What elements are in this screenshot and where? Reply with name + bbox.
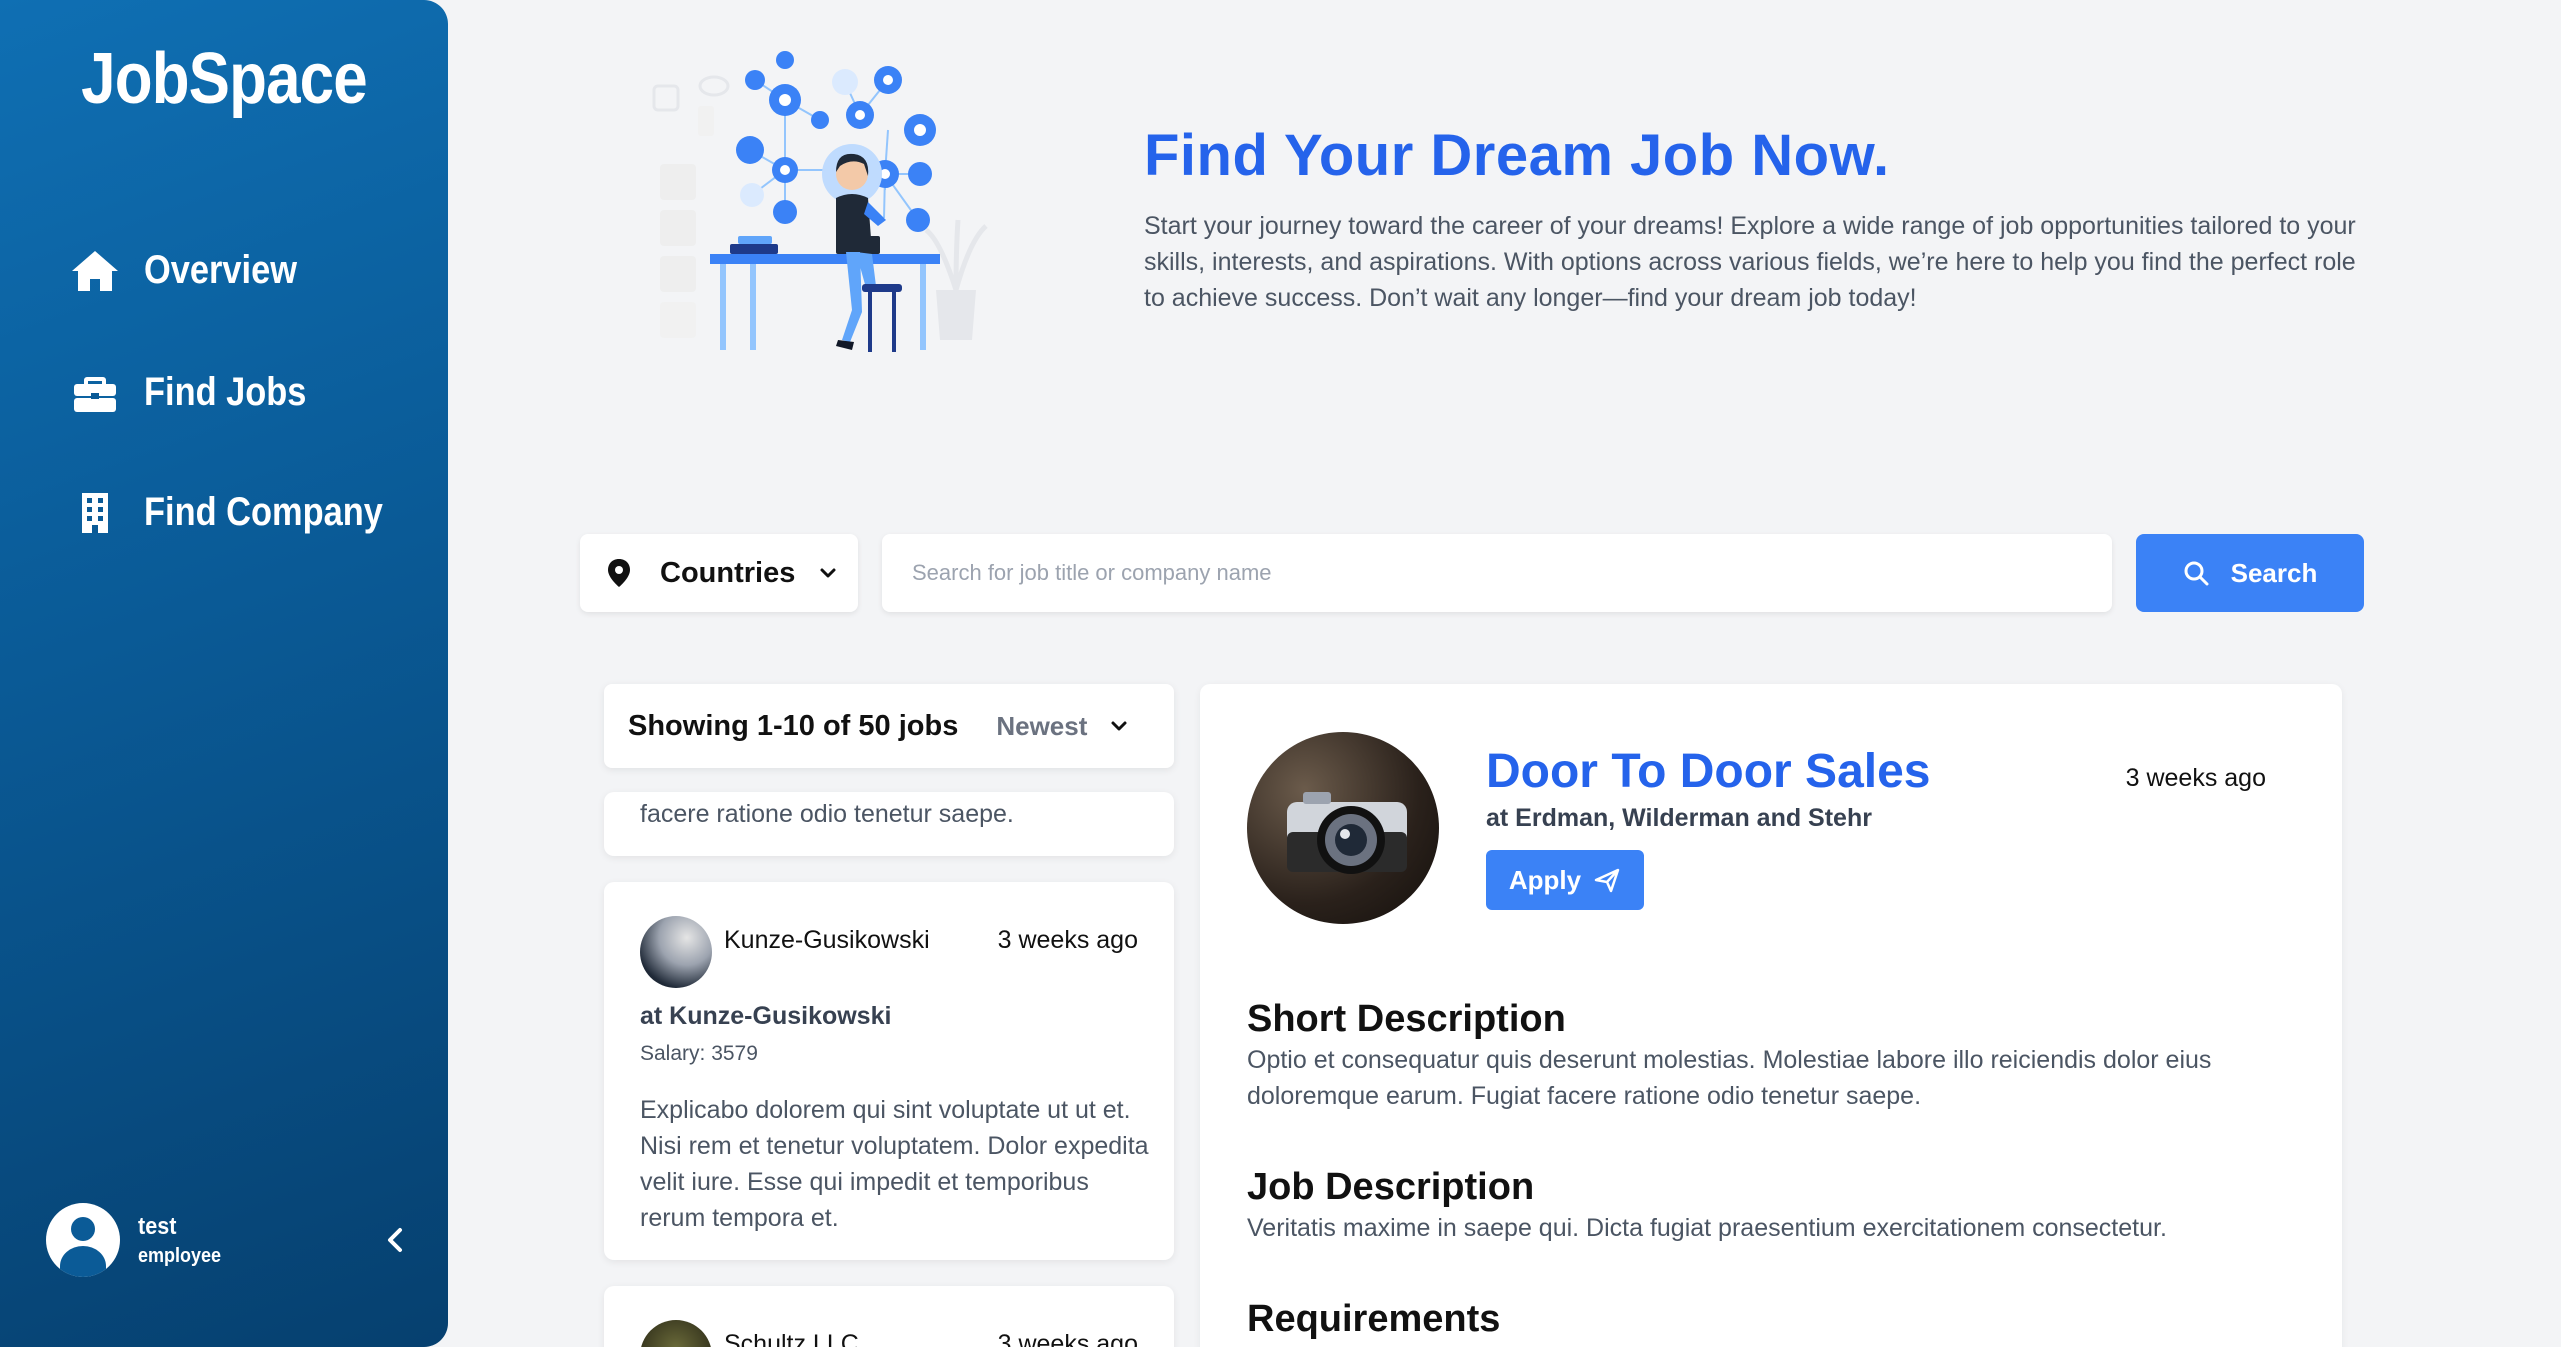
sidebar-item-overview[interactable]: Overview	[70, 248, 322, 293]
job-description-text: Veritatis maxime in saepe qui. Dicta fug…	[1247, 1214, 2167, 1242]
country-select-label: Countries	[660, 556, 796, 589]
company-logo	[1247, 732, 1439, 924]
avatar-icon	[46, 1203, 120, 1277]
sidebar-item-label: Overview	[144, 248, 297, 292]
job-list-header: Showing 1-10 of 50 jobs Newest	[604, 684, 1174, 768]
job-card[interactable]: Kunze-Gusikowski 3 weeks ago at Kunze-Gu…	[604, 882, 1174, 1260]
results-count: Showing 1-10 of 50 jobs	[628, 709, 959, 742]
job-card[interactable]: Schultz LLC 3 weeks ago	[604, 1286, 1174, 1347]
short-description-heading: Short Description	[1247, 998, 1566, 1040]
job-posted-time: 3 weeks ago	[2125, 764, 2266, 792]
job-card-time: 3 weeks ago	[997, 926, 1138, 954]
user-name: test	[138, 1212, 177, 1240]
home-icon	[72, 250, 118, 291]
requirements-heading: Requirements	[1247, 1298, 1501, 1340]
sort-select[interactable]: Newest	[996, 711, 1129, 742]
job-company: at Erdman, Wilderman and Stehr	[1486, 804, 1872, 832]
chevron-left-icon	[388, 1228, 402, 1252]
hero-title: Find Your Dream Job Now.	[1144, 123, 1890, 188]
search-icon	[2184, 561, 2209, 586]
company-logo	[640, 1320, 712, 1347]
search-button-label: Search	[2230, 557, 2318, 588]
job-card-time: 3 weeks ago	[997, 1330, 1138, 1347]
short-description-text: Optio et consequatur quis deserunt moles…	[1247, 1046, 2212, 1110]
sidebar: JobSpace Overview Find Jobs Find Company	[0, 0, 448, 1347]
chevron-down-icon	[1111, 721, 1127, 731]
chevron-down-icon	[820, 568, 836, 578]
building-icon	[82, 492, 108, 533]
country-select[interactable]: Countries	[580, 534, 858, 612]
job-card-at-company: at Kunze-Gusikowski	[640, 1002, 892, 1030]
user-role: employee	[138, 1244, 222, 1267]
apply-button-label: Apply	[1508, 864, 1582, 895]
send-icon	[1594, 868, 1620, 893]
job-card-description: Explicabo dolorem qui sint voluptate ut …	[640, 1096, 1149, 1232]
hero-illustration	[652, 51, 988, 352]
job-card-salary: Salary: 3579	[640, 1042, 758, 1065]
brand-logo[interactable]: JobSpace	[31, 38, 416, 120]
job-card[interactable]: facere ratione odio tenetur saepe.	[604, 792, 1174, 856]
search-input[interactable]	[882, 534, 2112, 612]
sidebar-item-find-company[interactable]: Find Company	[70, 490, 422, 535]
sidebar-item-label: Find Jobs	[144, 370, 307, 414]
sidebar-item-label: Find Company	[144, 490, 383, 534]
user-profile[interactable]: test employee	[46, 1200, 406, 1280]
job-card-company: Kunze-Gusikowski	[724, 926, 930, 954]
apply-button[interactable]: Apply	[1486, 850, 1644, 910]
job-detail-panel: Door To Door Sales at Erdman, Wilderman …	[1200, 684, 2342, 1347]
briefcase-icon	[74, 376, 116, 412]
job-card-company: Schultz LLC	[724, 1330, 859, 1347]
job-card-description: facere ratione odio tenetur saepe.	[640, 800, 1014, 828]
job-description-heading: Job Description	[1247, 1166, 1535, 1208]
search-button[interactable]: Search	[2136, 534, 2364, 612]
collapse-sidebar-button[interactable]	[376, 1220, 416, 1260]
job-title: Door To Door Sales	[1486, 745, 1931, 798]
location-pin-icon	[608, 559, 630, 587]
company-logo	[640, 916, 712, 988]
sort-select-label: Newest	[996, 710, 1088, 741]
hero-description: Start your journey toward the career of …	[1144, 212, 2356, 312]
sidebar-item-find-jobs[interactable]: Find Jobs	[70, 370, 333, 415]
